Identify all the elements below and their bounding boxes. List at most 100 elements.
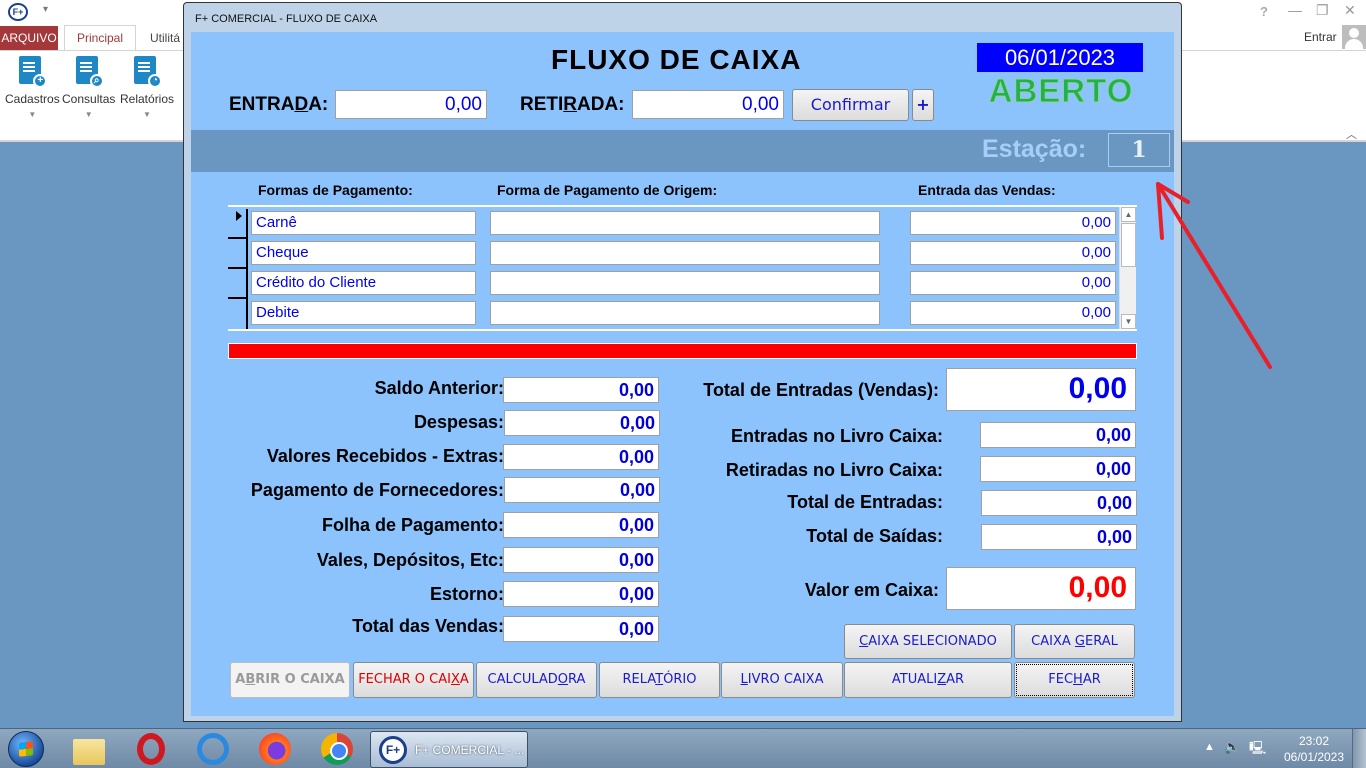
origem-cell[interactable] <box>490 301 880 325</box>
scroll-thumb[interactable] <box>1121 223 1136 267</box>
add-button[interactable]: + <box>912 89 934 121</box>
retirada-input[interactable]: 0,00 <box>632 90 784 119</box>
calculadora-button[interactable]: CALCULADORA <box>476 662 597 698</box>
tab-arquivo[interactable]: ARQUIVO <box>0 26 58 50</box>
windows-explorer-icon[interactable] <box>73 739 105 765</box>
firefox-icon[interactable] <box>259 733 291 765</box>
progress-bar <box>228 343 1137 359</box>
scroll-up-icon[interactable]: ▲ <box>1121 207 1136 222</box>
valores-recebidos-label: Valores Recebidos - Extras: <box>266 446 504 466</box>
user-avatar-icon[interactable] <box>1342 25 1366 49</box>
opera-icon[interactable] <box>137 733 165 765</box>
entrada-cell[interactable]: 0,00 <box>910 271 1116 295</box>
origem-cell[interactable] <box>490 271 880 295</box>
folha-pagamento-label: Folha de Pagamento: <box>321 515 504 535</box>
header-formas-pagamento: Formas de Pagamento: <box>258 182 413 198</box>
fechar-button[interactable]: FECHAR <box>1014 662 1135 698</box>
caixa-geral-button[interactable]: CAIXA GERAL <box>1014 624 1135 659</box>
current-row-icon <box>236 211 242 221</box>
estorno-value: 0,00 <box>503 581 659 607</box>
relatorio-button[interactable]: RELATÓRIO <box>599 662 720 698</box>
estacao-value: 1 <box>1108 133 1170 167</box>
atualizar-button[interactable]: ATUALIZAR <box>844 662 1012 698</box>
valor-em-caixa-label: Valor em Caixa: <box>804 580 939 600</box>
entrada-input[interactable]: 0,00 <box>335 90 487 119</box>
caixa-selecionado-button[interactable]: CAIXA SELECIONADO <box>844 624 1012 659</box>
total-saidas-label: Total de Saídas: <box>806 526 943 546</box>
table-row[interactable]: Crédito do Cliente 0,00 <box>228 269 1128 299</box>
forma-cell[interactable]: Crédito do Cliente <box>251 271 476 295</box>
relatorios-label: Relatórios <box>120 92 175 106</box>
close-icon[interactable]: ✕ <box>1344 2 1356 19</box>
entradas-livro-caixa-label: Entradas no Livro Caixa: <box>730 426 943 446</box>
row-indicator[interactable] <box>228 269 248 299</box>
entrada-label: ENTRADA: <box>229 94 329 115</box>
network-icon[interactable]: 🖳 <box>1249 739 1266 761</box>
origem-cell[interactable] <box>490 241 880 265</box>
grid-scrollbar[interactable]: ▲ ▼ <box>1119 207 1136 329</box>
app-logo-icon: F+ <box>379 736 407 764</box>
status-badge: ABERTO <box>988 72 1134 110</box>
header-entrada-vendas: Entrada das Vendas: <box>918 182 1056 198</box>
table-row[interactable]: Debite 0,00 <box>228 299 1128 329</box>
entrada-cell[interactable]: 0,00 <box>910 211 1116 235</box>
row-indicator[interactable] <box>228 239 248 269</box>
app-logo-icon: F+ <box>8 3 28 21</box>
forma-cell[interactable]: Cheque <box>251 241 476 265</box>
fechar-caixa-button[interactable]: FECHAR O CAIXA <box>353 662 474 698</box>
retiradas-livro-caixa-value: 0,00 <box>980 456 1136 482</box>
internet-explorer-icon[interactable] <box>197 733 229 765</box>
fluxo-de-caixa-window: F+ COMERCIAL - FLUXO DE CAIXA FLUXO DE C… <box>183 2 1182 722</box>
help-icon[interactable]: ? <box>1260 4 1268 19</box>
tab-utilitarios[interactable]: Utilitá <box>150 26 180 50</box>
cadastros-button[interactable]: + Cadastros ▼ <box>5 56 60 119</box>
saldo-anterior-value: 0,00 <box>503 377 659 403</box>
row-indicator[interactable] <box>228 299 248 329</box>
estacao-band: Estação: 1 <box>191 130 1174 172</box>
confirmar-button[interactable]: Confirmar <box>792 89 909 121</box>
valor-em-caixa-value: 0,00 <box>946 567 1136 610</box>
taskbar-item-label: F+ COMERCIAL - ... <box>415 743 525 757</box>
relatorios-button[interactable]: ◔ Relatórios ▼ <box>120 56 174 119</box>
clipboard-chart-icon: ◔ <box>132 56 163 88</box>
entrada-cell[interactable]: 0,00 <box>910 301 1116 325</box>
livro-caixa-button[interactable]: LIVRO CAIXA <box>721 662 843 698</box>
folha-pagamento-value: 0,00 <box>503 512 659 538</box>
taskbar: F+ F+ COMERCIAL - ... ▲ 🔈 🖳 23:02 06/01/… <box>0 728 1366 768</box>
system-clock[interactable]: 23:02 06/01/2023 <box>1276 733 1352 765</box>
estorno-label: Estorno: <box>430 584 504 604</box>
forma-cell[interactable]: Debite <box>251 301 476 325</box>
clock-date: 06/01/2023 <box>1283 750 1345 764</box>
origem-cell[interactable] <box>490 211 880 235</box>
entrada-cell[interactable]: 0,00 <box>910 241 1116 265</box>
consultas-button[interactable]: ⌕ Consultas ▼ <box>62 56 115 119</box>
tab-principal[interactable]: Principal <box>64 25 136 51</box>
table-row[interactable]: Cheque 0,00 <box>228 239 1128 269</box>
table-row[interactable]: Carnê 0,00 <box>228 209 1128 239</box>
minimize-icon[interactable]: — <box>1288 2 1302 18</box>
abrir-caixa-button[interactable]: ABRIR O CAIXA <box>230 662 350 698</box>
page-title: FLUXO DE CAIXA <box>551 44 802 75</box>
payment-grid: Carnê 0,00 Cheque 0,00 Crédito do Client… <box>228 205 1137 331</box>
restore-icon[interactable]: ❐ <box>1316 2 1329 19</box>
total-vendas-value: 0,00 <box>503 616 659 642</box>
chevron-down-icon: ▼ <box>84 110 93 119</box>
sign-in-link[interactable]: Entrar <box>1304 30 1337 44</box>
collapse-ribbon-icon[interactable]: ︿ <box>1346 126 1357 142</box>
saldo-anterior-label: Saldo Anterior: <box>374 378 504 398</box>
row-indicator[interactable] <box>228 209 248 239</box>
show-desktop-button[interactable] <box>1352 729 1366 768</box>
chevron-down-icon: ▼ <box>143 110 151 119</box>
scroll-down-icon[interactable]: ▼ <box>1121 314 1136 329</box>
start-button[interactable] <box>8 731 44 767</box>
retirada-label: RETIRADA: <box>520 94 625 115</box>
date-display: 06/01/2023 <box>977 43 1143 72</box>
header-forma-origem: Forma de Pagamento de Origem: <box>497 182 718 198</box>
show-hidden-icons-icon[interactable]: ▲ <box>1204 741 1215 753</box>
pagamento-fornecedores-value: 0,00 <box>504 477 660 503</box>
chrome-icon[interactable] <box>321 733 353 765</box>
quick-access-dropdown-icon[interactable]: ▾ <box>43 4 48 15</box>
forma-cell[interactable]: Carnê <box>251 211 476 235</box>
taskbar-item-f-comercial[interactable]: F+ F+ COMERCIAL - ... <box>370 731 528 768</box>
volume-icon[interactable]: 🔈 <box>1224 739 1240 755</box>
